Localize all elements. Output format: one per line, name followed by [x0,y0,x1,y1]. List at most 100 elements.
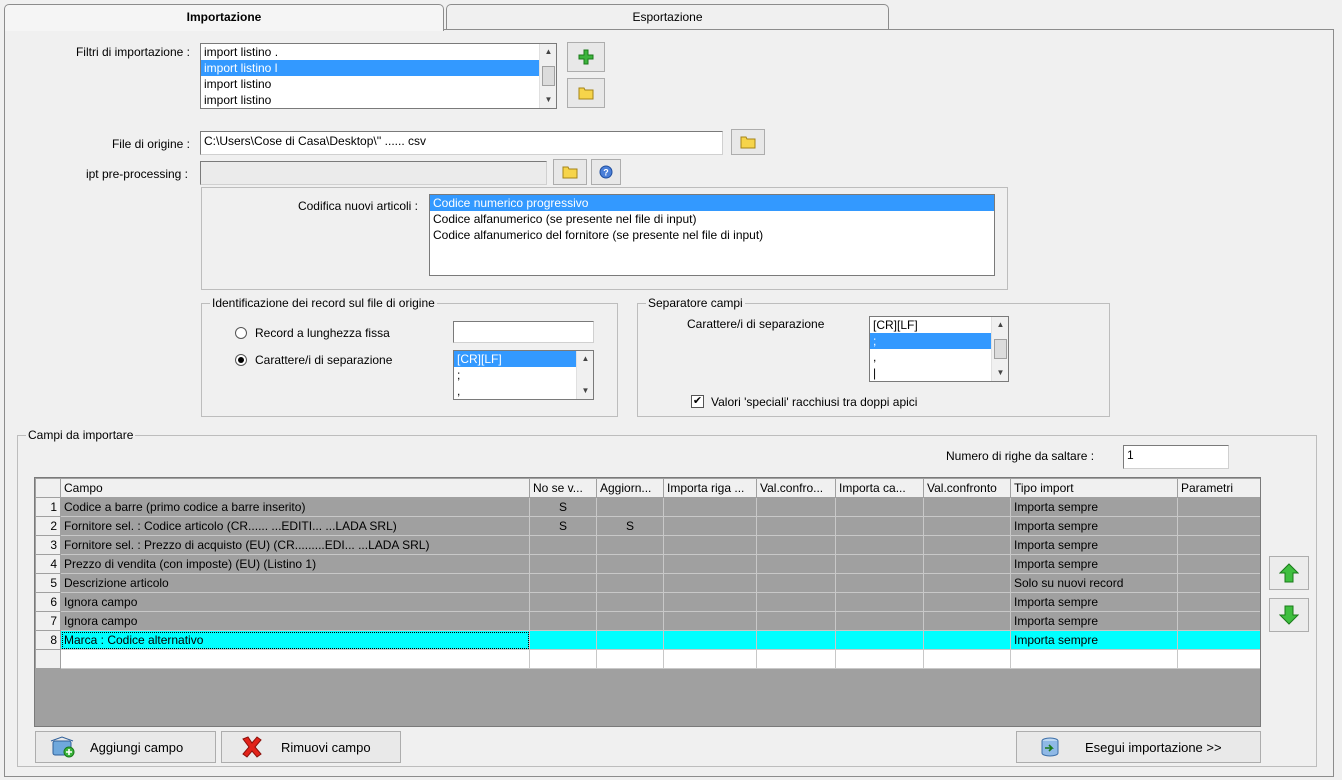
parametri-cell[interactable] [1177,535,1260,555]
table-row[interactable]: 3 Fornitore sel. : Prezzo di acquisto (EU… [35,535,1260,555]
no-se-vuoto-cell[interactable] [529,592,597,612]
empty-cell[interactable] [663,516,757,536]
column-header[interactable]: Val.confronto [923,478,1011,498]
column-header[interactable]: No se v... [529,478,597,498]
campo-cell[interactable]: Prezzo di vendita (con imposte) (EU) (Li… [60,554,530,574]
empty-cell[interactable] [756,649,836,669]
record-separator-item[interactable]: ; [454,367,593,383]
campo-cell[interactable]: Ignora campo [60,611,530,631]
separator-radio[interactable] [235,354,247,366]
tipo-import-cell[interactable]: Importa sempre [1010,516,1178,536]
fixed-length-radio[interactable] [235,327,247,339]
table-row[interactable]: 2 Fornitore sel. : Codice articolo (CR...… [35,516,1260,536]
column-header[interactable]: Val.confro... [756,478,836,498]
campo-cell[interactable]: Descrizione articolo [60,573,530,593]
aggiorna-cell[interactable]: S [596,516,664,536]
encoding-option-item[interactable]: Codice alfanumerico (se presente nel fil… [430,211,994,227]
empty-cell[interactable] [663,592,757,612]
field-separator-scrollbar[interactable]: ▲ ▼ [991,317,1008,381]
empty-cell[interactable] [756,554,836,574]
tipo-import-cell[interactable]: Solo su nuovi record [1010,573,1178,593]
empty-cell[interactable] [756,630,836,650]
scroll-down-icon[interactable]: ▼ [992,365,1008,381]
filters-list-item[interactable]: import listino [201,92,556,108]
field-separator-item[interactable]: | [870,365,1008,381]
scroll-thumb[interactable] [542,66,555,86]
table-row[interactable]: 4 Prezzo di vendita (con imposte) (EU) (L… [35,554,1260,574]
no-se-vuoto-cell[interactable] [529,554,597,574]
encoding-option-item[interactable]: Codice alfanumerico del fornitore (se pr… [430,227,994,243]
record-separator-item[interactable]: , [454,383,593,399]
empty-cell[interactable] [756,611,836,631]
no-se-vuoto-cell[interactable] [529,611,597,631]
empty-cell[interactable] [835,649,924,669]
empty-cell[interactable] [529,649,597,669]
empty-cell[interactable] [756,497,836,517]
tab-importazione[interactable]: Importazione [4,4,444,31]
tab-esportazione[interactable]: Esportazione [446,4,889,30]
table-row[interactable]: 7 Ignora campo Importa sempre [35,611,1260,631]
empty-cell[interactable] [923,611,1011,631]
empty-cell[interactable] [835,497,924,517]
aggiorna-cell[interactable] [596,630,664,650]
parametri-cell[interactable] [1177,630,1260,650]
table-row-new[interactable] [35,649,1260,669]
parametri-cell[interactable] [1177,516,1260,536]
no-se-vuoto-cell[interactable] [529,630,597,650]
help-button[interactable]: ? [591,159,621,185]
scroll-up-icon[interactable]: ▲ [577,351,593,367]
empty-cell[interactable] [835,535,924,555]
empty-cell[interactable] [663,611,757,631]
parametri-cell[interactable] [1177,611,1260,631]
table-row[interactable]: 1 Codice a barre (primo codice a barre in… [35,497,1260,517]
campo-cell[interactable]: Fornitore sel. : Codice articolo (CR....… [60,516,530,536]
empty-cell[interactable] [835,573,924,593]
empty-cell[interactable] [923,573,1011,593]
parametri-cell[interactable] [1177,554,1260,574]
record-separator-list[interactable]: [CR][LF];, ▲ ▼ [453,350,594,400]
origin-file-input[interactable]: C:\Users\Cose di Casa\Desktop\'' ...... … [200,131,723,155]
field-separator-item[interactable]: [CR][LF] [870,317,1008,333]
move-down-button[interactable] [1269,598,1309,632]
aggiorna-cell[interactable] [596,554,664,574]
campo-cell[interactable]: Marca : Codice alternativo [60,630,530,650]
filters-list-item[interactable]: import listino . [201,44,556,60]
tipo-import-cell[interactable]: Importa sempre [1010,497,1178,517]
empty-cell[interactable] [923,516,1011,536]
empty-cell[interactable] [835,630,924,650]
filters-scrollbar[interactable]: ▲ ▼ [539,44,556,108]
empty-cell[interactable] [756,535,836,555]
field-separator-list[interactable]: [CR][LF];, | ▲ ▼ [869,316,1009,382]
empty-cell[interactable] [923,630,1011,650]
empty-cell[interactable] [923,497,1011,517]
scroll-thumb[interactable] [994,339,1007,359]
empty-cell[interactable] [835,592,924,612]
empty-cell[interactable] [835,554,924,574]
empty-cell[interactable] [1177,649,1260,669]
scroll-down-icon[interactable]: ▼ [540,92,556,108]
empty-cell[interactable] [663,535,757,555]
move-up-button[interactable] [1269,556,1309,590]
quoted-values-checkbox[interactable]: ✔ [691,395,704,408]
field-separator-item[interactable]: ; [870,333,1008,349]
empty-cell[interactable] [756,573,836,593]
fixed-length-input[interactable] [453,321,594,343]
open-filter-button[interactable] [567,78,605,108]
no-se-vuoto-cell[interactable]: S [529,497,597,517]
aggiorna-cell[interactable] [596,497,664,517]
parametri-cell[interactable] [1177,497,1260,517]
column-header[interactable]: Aggiorn... [596,478,664,498]
column-header[interactable]: Tipo import [1010,478,1178,498]
add-field-button[interactable]: Aggiungi campo [35,731,216,763]
filters-list[interactable]: import listino . import listino l import l… [200,43,557,109]
empty-cell[interactable] [835,516,924,536]
parametri-cell[interactable] [1177,592,1260,612]
tipo-import-cell[interactable]: Importa sempre [1010,554,1178,574]
fields-grid[interactable]: Campo No se v... Aggiorn... Importa riga ..… [34,477,1261,727]
empty-cell[interactable] [663,630,757,650]
empty-cell[interactable] [923,535,1011,555]
empty-cell[interactable] [663,573,757,593]
tipo-import-cell[interactable]: Importa sempre [1010,611,1178,631]
parametri-cell[interactable] [1177,573,1260,593]
tipo-import-cell[interactable]: Importa sempre [1010,592,1178,612]
